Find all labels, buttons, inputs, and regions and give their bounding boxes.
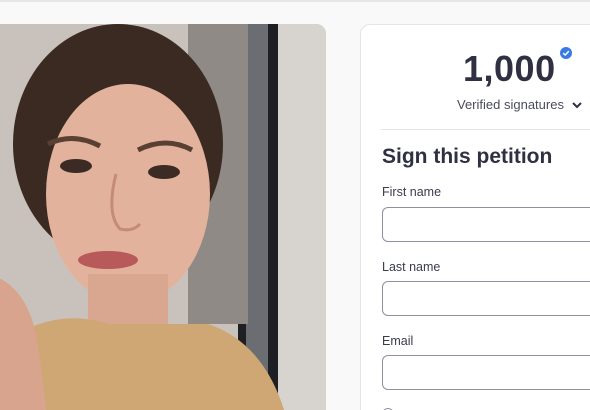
verified-badge-icon [559, 47, 572, 59]
photo-illustration [0, 24, 326, 410]
signature-count: 1,000 [463, 48, 556, 89]
email-label: Email [382, 334, 414, 348]
signature-count-row: 1,000 [463, 47, 572, 89]
last-name-input[interactable] [382, 281, 590, 316]
chevron-down-icon [572, 101, 582, 108]
last-name-label: Last name [382, 260, 441, 274]
petition-photo [0, 24, 326, 410]
signature-card: 1,000 Verified signatures Sign this peti… [360, 24, 590, 410]
petition-page: 1,000 Verified signatures Sign this peti… [0, 0, 590, 410]
verified-signatures-label: Verified signatures [457, 97, 564, 112]
form-title: Sign this petition [382, 145, 553, 168]
first-name-input[interactable] [382, 207, 590, 242]
card-divider [381, 129, 590, 130]
first-name-label: First name [382, 185, 442, 199]
verified-signatures-toggle[interactable]: Verified signatures [457, 97, 583, 112]
email-input[interactable] [382, 355, 590, 390]
top-divider [0, 0, 590, 2]
